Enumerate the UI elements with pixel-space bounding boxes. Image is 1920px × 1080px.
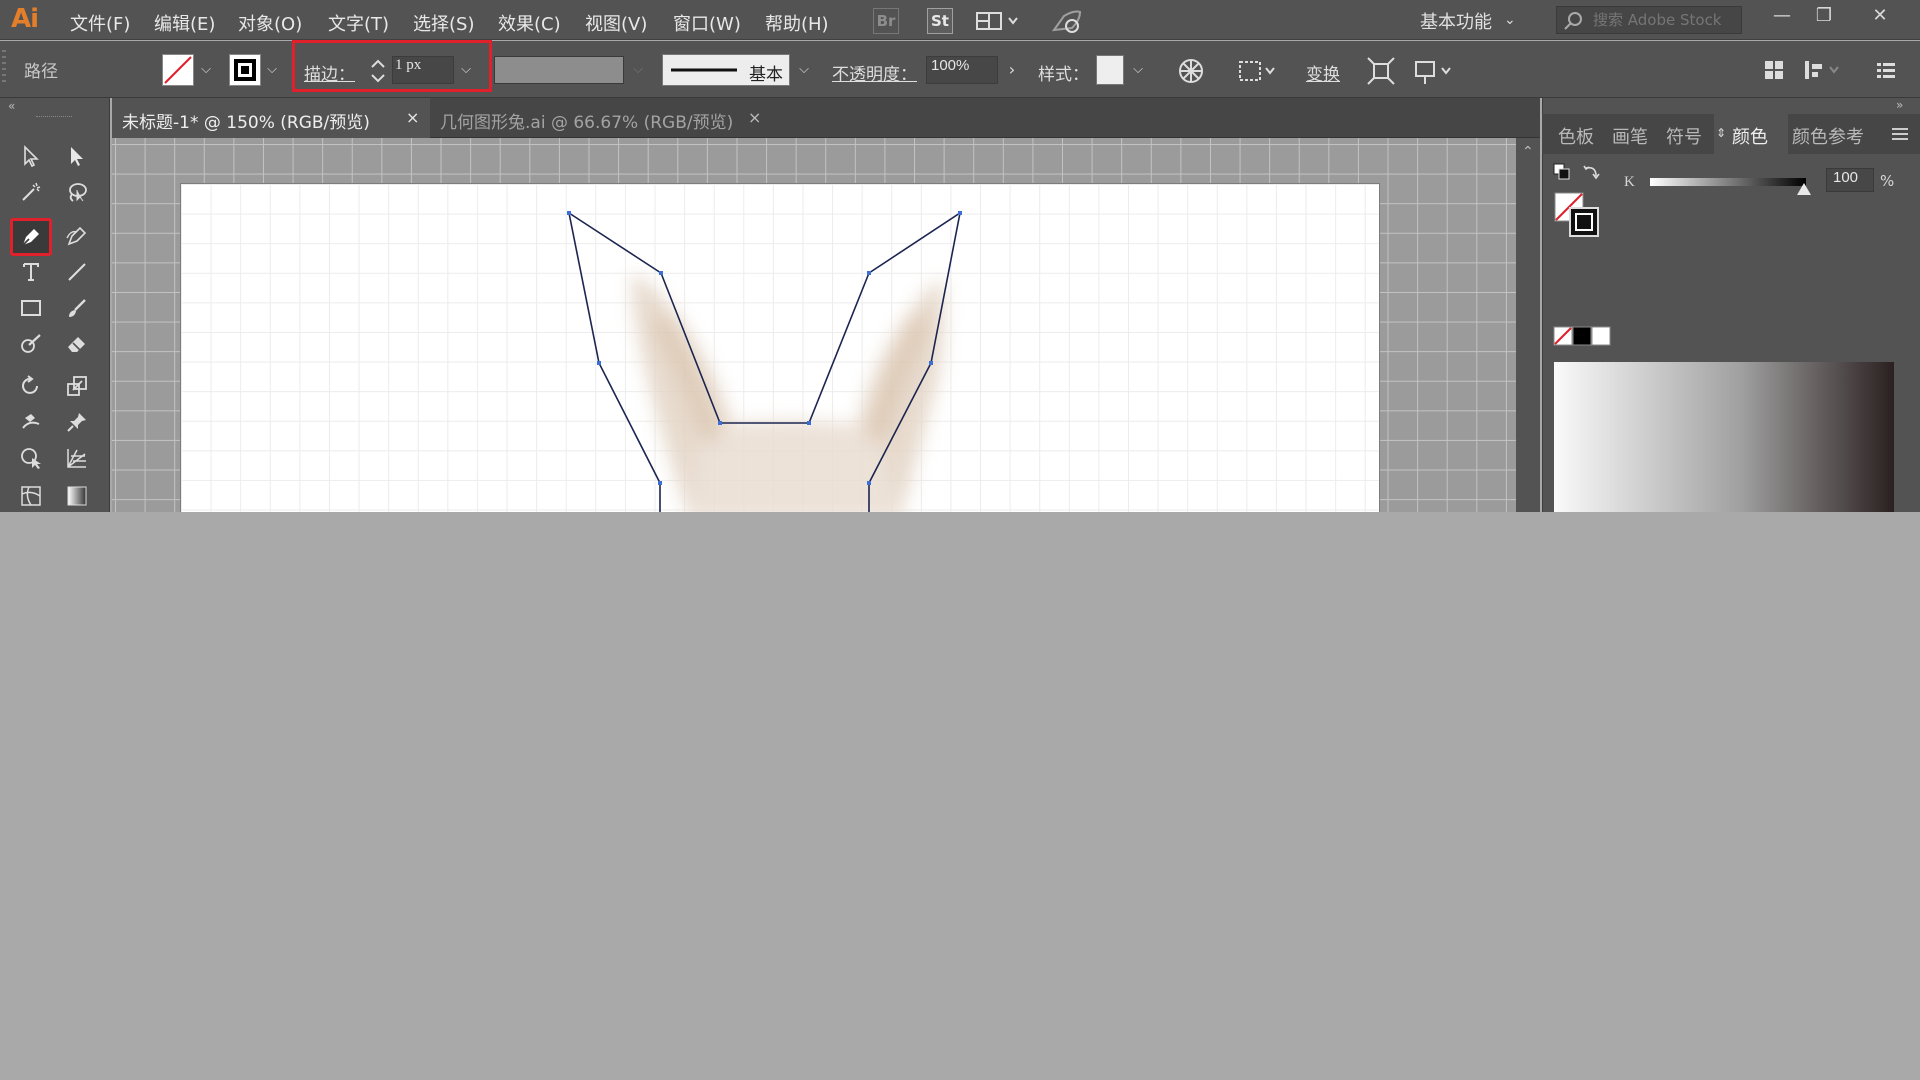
- color-spectrum-bar[interactable]: [1554, 362, 1894, 512]
- quick-swatches: [1553, 326, 1613, 348]
- k-channel-slider[interactable]: [1650, 178, 1806, 186]
- k-value-input[interactable]: 100: [1826, 168, 1874, 192]
- scroll-up-arrow-icon[interactable]: ⌃: [1522, 144, 1534, 160]
- swap-fill-stroke-button[interactable]: [1582, 162, 1602, 182]
- fill-stroke-indicator[interactable]: [1554, 192, 1604, 238]
- default-colors-icon: [1553, 163, 1570, 180]
- panel-options-toggle-icon[interactable]: ⇕: [1716, 126, 1726, 140]
- tab-color[interactable]: 颜色: [1732, 123, 1768, 149]
- swap-arrow-icon: [1583, 165, 1600, 180]
- black-swatch[interactable]: [1572, 326, 1592, 346]
- tab-brushes[interactable]: 画笔: [1612, 123, 1648, 149]
- tab-symbols[interactable]: 符号: [1666, 123, 1702, 149]
- panel-menu-button[interactable]: [1892, 126, 1908, 140]
- rabbit-photo: [631, 272, 945, 512]
- tab-color-guide[interactable]: 颜色参考: [1792, 123, 1864, 149]
- k-channel-label: K: [1624, 174, 1635, 190]
- expand-panels-icon[interactable]: »: [1896, 98, 1903, 112]
- tab-swatches[interactable]: 色板: [1558, 123, 1594, 149]
- blank-bottom-area: [0, 512, 1920, 1080]
- default-fill-stroke-button[interactable]: [1552, 162, 1572, 182]
- hamburger-menu-icon: [1892, 128, 1908, 140]
- white-swatch[interactable]: [1591, 326, 1611, 346]
- fill-stroke-swatches-icon: [1554, 192, 1599, 237]
- k-slider-thumb[interactable]: [1797, 183, 1811, 195]
- vertical-scrollbar[interactable]: ⌃: [1516, 138, 1540, 512]
- none-swatch[interactable]: [1553, 326, 1573, 346]
- k-percent-label: %: [1880, 172, 1895, 190]
